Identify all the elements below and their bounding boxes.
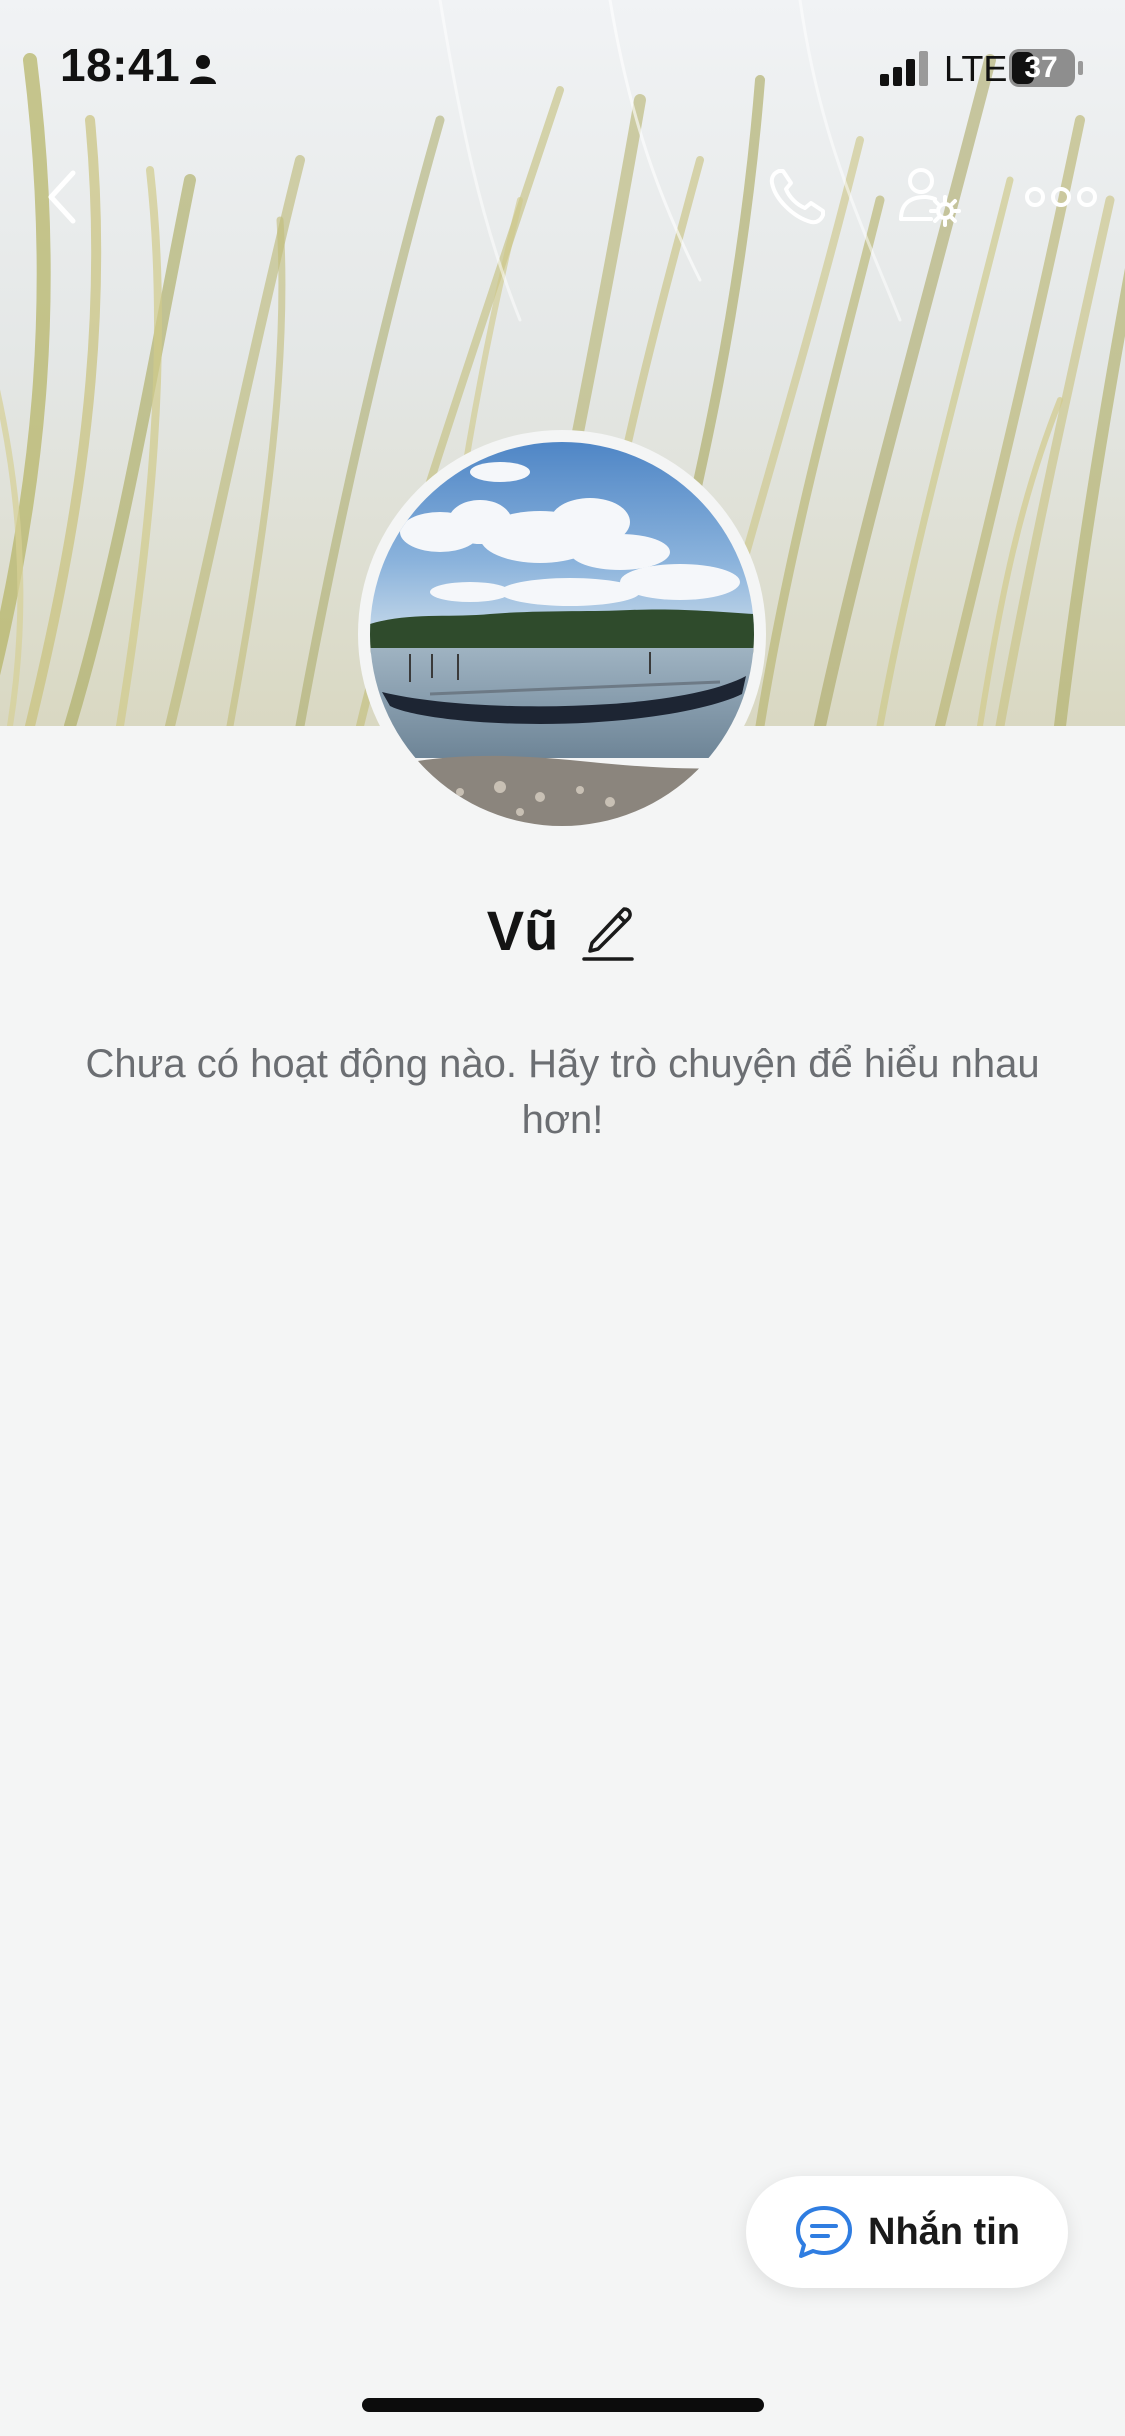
person-icon — [190, 55, 216, 84]
status-time: 18:41 — [60, 39, 181, 91]
ellipsis-icon — [1025, 187, 1097, 207]
empty-activity-message: Chưa có hoạt động nào. Hãy trò chuyện để… — [85, 1042, 1040, 1142]
profile-name: Vũ — [486, 898, 559, 962]
chevron-left-icon — [48, 170, 76, 224]
edit-name-button[interactable] — [578, 898, 638, 962]
pencil-icon — [582, 907, 635, 961]
battery-level: 37 — [1024, 51, 1058, 84]
home-indicator[interactable] — [362, 2398, 764, 2412]
call-button[interactable] — [752, 152, 842, 242]
avatar[interactable] — [358, 430, 766, 838]
signal-icon — [880, 51, 928, 86]
profile-screen: 18:41 LTE 37 Vũ Chưa có hoạt động nào. H… — [0, 0, 1125, 2436]
user-gear-icon — [899, 168, 961, 227]
message-button[interactable]: Nhắn tin — [746, 2176, 1068, 2288]
avatar-photo — [370, 442, 754, 826]
profile-settings-button[interactable] — [884, 152, 974, 242]
network-type: LTE — [944, 48, 1008, 89]
chat-bubble-icon — [796, 2206, 852, 2258]
status-bar: 18:41 LTE 37 — [0, 0, 1125, 140]
more-button[interactable] — [1016, 152, 1106, 242]
phone-icon — [769, 169, 825, 225]
profile-name-row: Vũ — [0, 890, 1125, 970]
message-button-label: Nhắn tin — [868, 2210, 1020, 2253]
back-button[interactable] — [18, 152, 108, 242]
avatar-river-boat-image — [370, 442, 754, 826]
